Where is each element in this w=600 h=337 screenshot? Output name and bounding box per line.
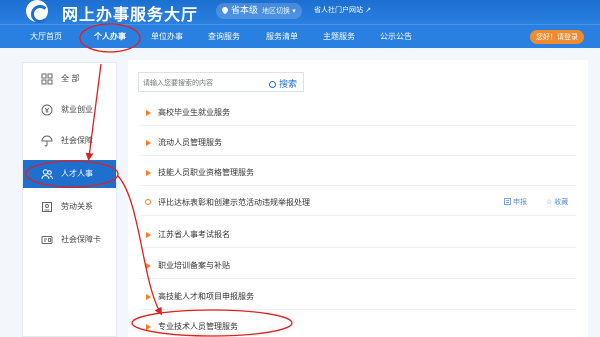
service-panel: 搜索 高校毕业生就业服务 流动人员管理服务 技能人员职业资格管理服务 评比达标表…	[128, 60, 588, 337]
umbrella-icon	[41, 135, 53, 147]
nav-personal[interactable]: 个人办事	[94, 25, 126, 49]
apply-button[interactable]: 申报	[504, 197, 527, 207]
sidebar-item-label: 社会保障	[61, 136, 93, 145]
search-input[interactable]	[143, 76, 261, 89]
triangle-bullet-icon	[146, 170, 151, 176]
document-icon	[504, 198, 511, 205]
list-item[interactable]: 流动人员管理服务	[140, 128, 576, 156]
site-logo[interactable]	[26, 0, 49, 23]
service-name[interactable]: 职业培训备案与补贴	[158, 260, 230, 271]
service-name[interactable]: 技能人员职业资格管理服务	[158, 167, 254, 178]
sidebar-item-talent[interactable]: 人才人事	[23, 160, 116, 188]
search-box: 搜索	[138, 72, 304, 92]
service-name[interactable]: 专业技术人员管理服务	[158, 321, 238, 332]
triangle-bullet-icon	[146, 324, 151, 330]
service-name[interactable]: 高技能人才和项目申报服务	[158, 291, 254, 302]
search-button[interactable]: 搜索	[268, 77, 297, 90]
form-icon	[42, 202, 52, 212]
triangle-bullet-icon	[146, 294, 151, 300]
portal-link[interactable]: 省人社门户网站 ↗	[314, 5, 371, 15]
nav-service-list[interactable]: 服务清单	[266, 25, 298, 49]
location-pin-icon	[220, 5, 230, 15]
list-item[interactable]: 评比达标表彰和创建示范活动违规举报处理 申报 ☆ 收藏	[140, 188, 576, 216]
category-sidebar: 全 部 就业创业 社会保障 人才人事 劳动关系 社会保障卡	[22, 62, 117, 337]
list-item[interactable]: 职业培训备案与补贴	[140, 251, 576, 279]
apply-label: 申报	[513, 198, 527, 206]
favorite-button[interactable]: ☆ 收藏	[546, 197, 568, 207]
nav-topics[interactable]: 主题服务	[323, 25, 355, 49]
nav-unit[interactable]: 单位办事	[151, 25, 183, 49]
sidebar-item-ss-card[interactable]: 社会保障卡	[23, 226, 116, 254]
sidebar-item-label: 社会保障卡	[61, 235, 101, 244]
service-name[interactable]: 评比达标表彰和创建示范活动违规举报处理	[158, 197, 310, 208]
triangle-bullet-icon	[146, 232, 151, 238]
sidebar-item-labor-relations[interactable]: 劳动关系	[23, 193, 116, 221]
sidebar-item-label: 就业创业	[61, 105, 93, 114]
sidebar-item-label: 劳动关系	[61, 202, 93, 211]
triangle-bullet-icon	[146, 140, 151, 146]
list-item[interactable]: 高技能人才和项目申报服务	[140, 282, 576, 310]
nav-home[interactable]: 大厅首页	[30, 25, 62, 49]
star-icon: ☆	[546, 198, 553, 206]
people-icon	[41, 169, 53, 180]
search-icon	[268, 81, 276, 88]
triangle-bullet-icon	[146, 263, 151, 269]
region-name: 省本级	[231, 6, 259, 16]
card-icon	[41, 236, 53, 244]
search-button-label: 搜索	[278, 80, 297, 90]
nav-query[interactable]: 查询服务	[208, 25, 240, 49]
top-header: 网上办事服务大厅 省本级 地区切换 ▾ 省人社门户网站 ↗	[0, 0, 600, 24]
list-item[interactable]: 技能人员职业资格管理服务	[140, 158, 576, 186]
region-switch-link[interactable]: 地区切换 ▾	[262, 7, 296, 15]
grid-icon	[41, 73, 53, 85]
service-name[interactable]: 高校毕业生就业服务	[158, 107, 230, 118]
sidebar-item-social-security[interactable]: 社会保障	[23, 127, 116, 155]
list-item[interactable]: 专业技术人员管理服务	[140, 312, 576, 337]
login-button[interactable]: 您好！请登录	[530, 30, 584, 44]
list-item[interactable]: 江苏省人事考试报名	[140, 220, 576, 248]
sidebar-item-label: 全 部	[61, 74, 80, 83]
sidebar-item-employment[interactable]: 就业创业	[23, 96, 116, 124]
site-title: 网上办事服务大厅	[62, 5, 199, 24]
sidebar-item-label: 人才人事	[61, 169, 93, 178]
sidebar-item-all[interactable]: 全 部	[23, 65, 116, 93]
coin-icon	[41, 104, 53, 116]
circle-bullet-icon	[145, 199, 151, 205]
service-name[interactable]: 流动人员管理服务	[158, 137, 222, 148]
service-name[interactable]: 江苏省人事考试报名	[158, 229, 230, 240]
main-nav: 大厅首页 个人办事 单位办事 查询服务 服务清单 主题服务 公示公告 您好！请登…	[0, 24, 600, 48]
region-selector[interactable]: 省本级 地区切换 ▾	[216, 3, 302, 19]
list-item[interactable]: 高校毕业生就业服务	[140, 98, 576, 126]
nav-announcements[interactable]: 公示公告	[380, 25, 412, 49]
triangle-bullet-icon	[146, 110, 151, 116]
favorite-label: 收藏	[554, 198, 569, 206]
